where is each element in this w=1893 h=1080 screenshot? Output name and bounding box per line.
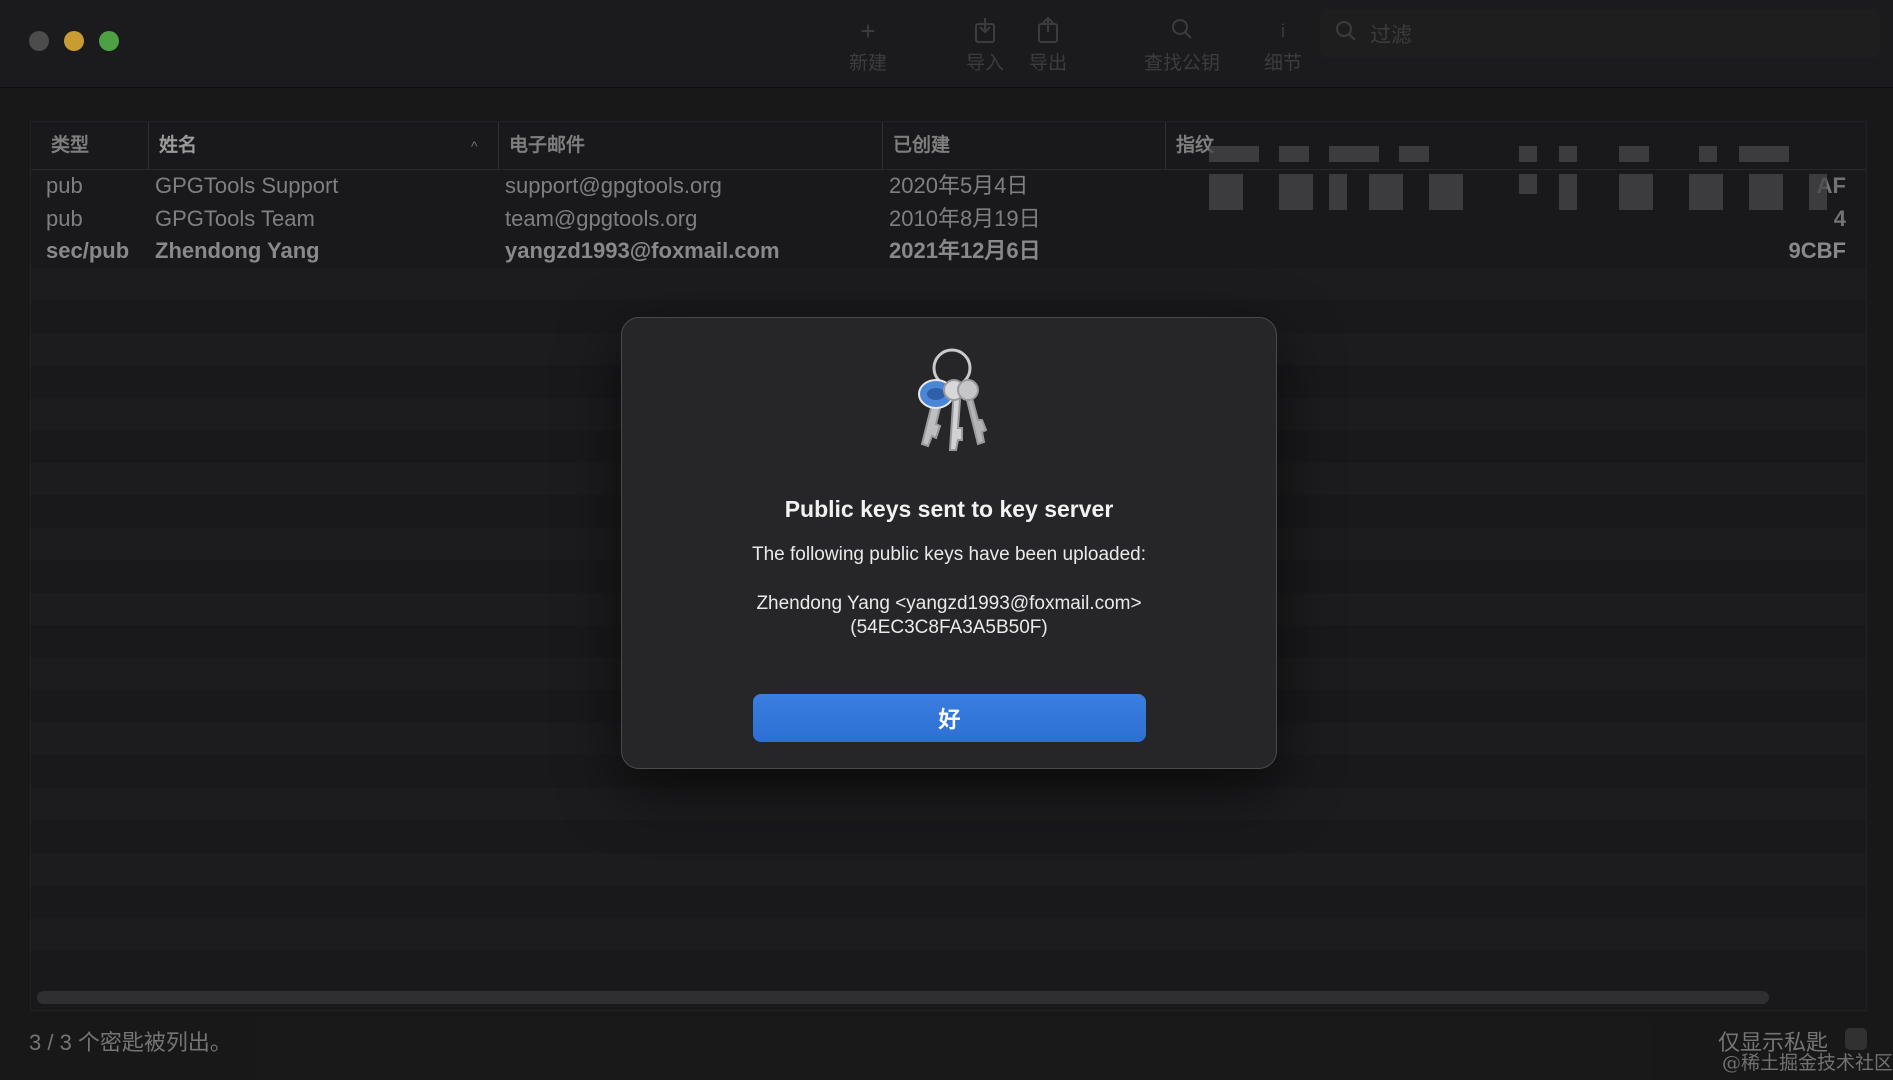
dialog-message: The following public keys have been uplo…	[752, 544, 1146, 565]
gpg-keychain-window: + 新建 导入 导出 查找公钥 i 细节 过滤 类型 姓名 ^ 电子邮件 已创建…	[0, 0, 1893, 1080]
uploaded-key-identity: Zhendong Yang <yangzd1993@foxmail.com>	[756, 593, 1142, 614]
upload-result-dialog: Public keys sent to key server The follo…	[621, 317, 1277, 769]
keychain-icon	[902, 346, 998, 456]
dialog-title: Public keys sent to key server	[784, 496, 1114, 522]
ok-button[interactable]: 好	[753, 694, 1146, 742]
uploaded-key-info: Zhendong Yang <yangzd1993@foxmail.com> (…	[622, 592, 1276, 640]
uploaded-key-id: (54EC3C8FA3A5B50F)	[850, 617, 1048, 638]
